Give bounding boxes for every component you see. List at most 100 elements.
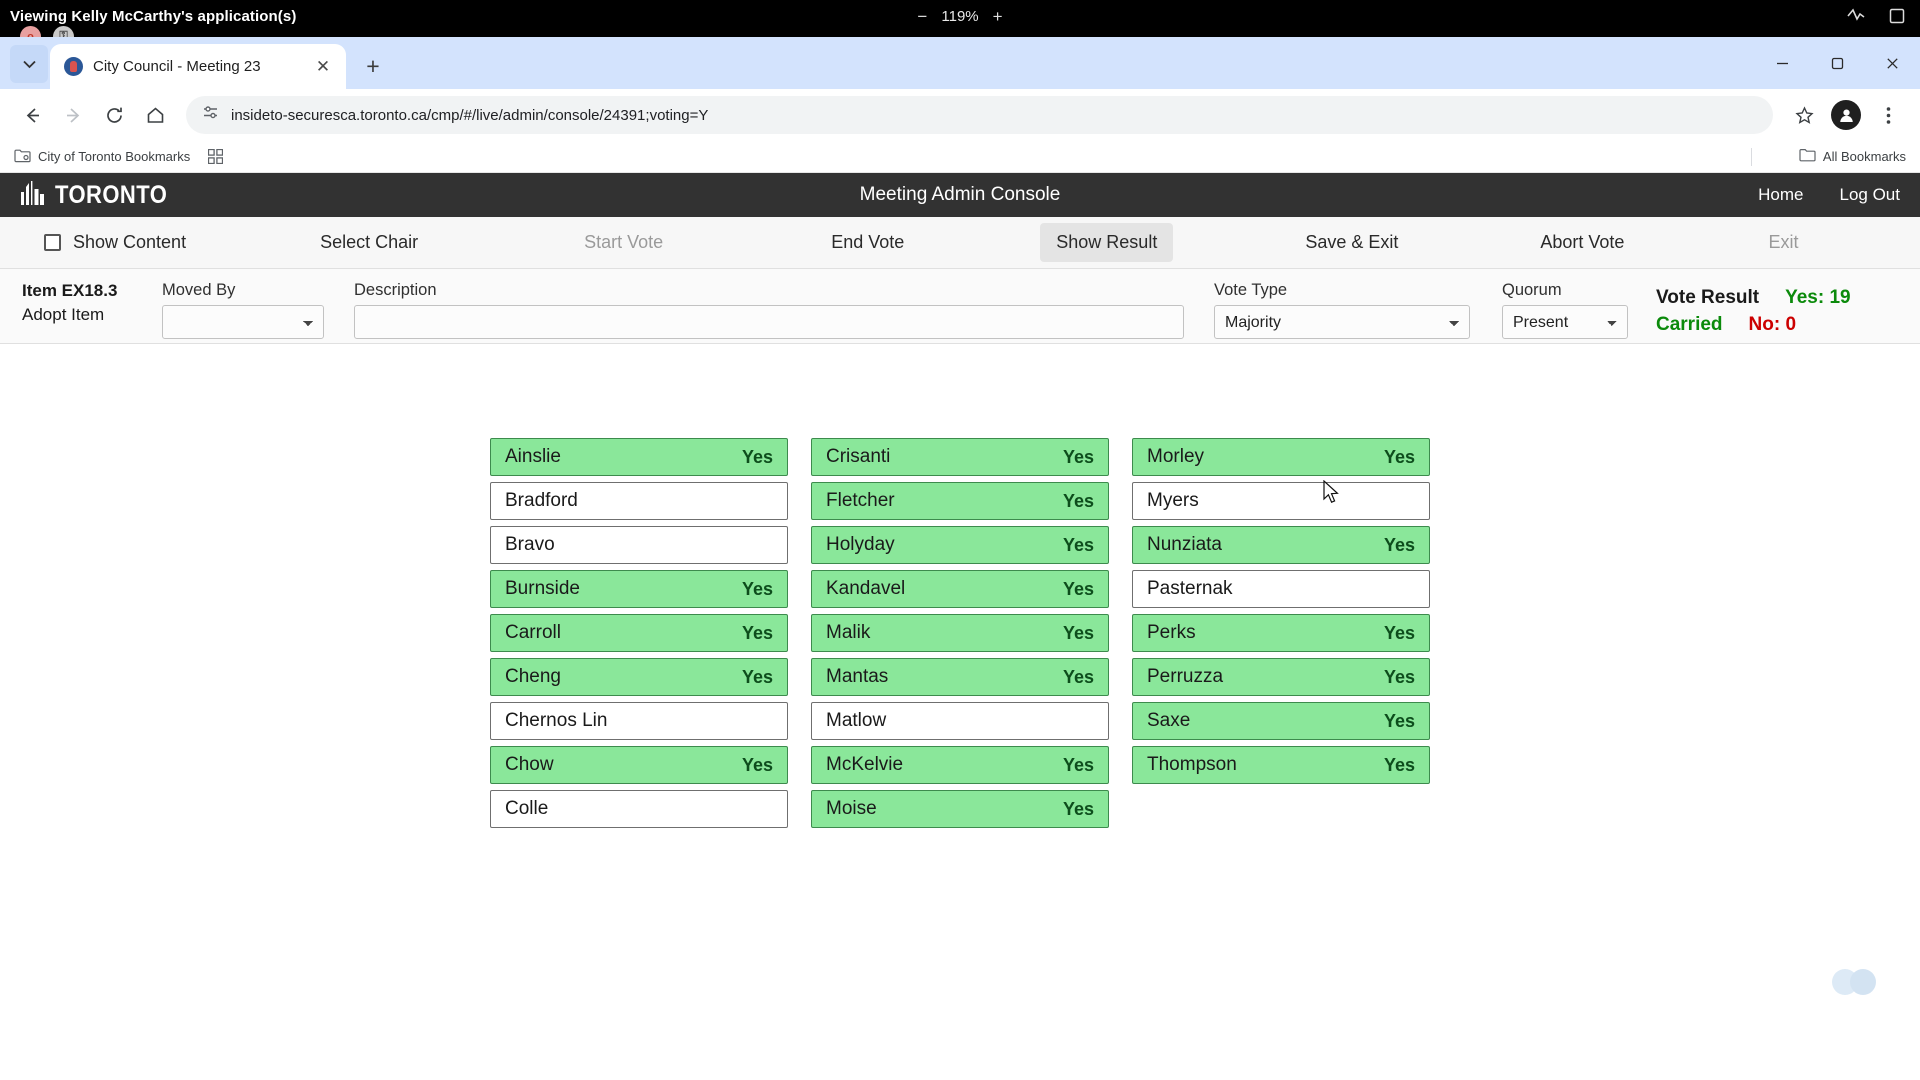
vote-value: Yes: [741, 622, 773, 643]
nav-log-out[interactable]: Log Out: [1840, 185, 1901, 205]
home-icon[interactable]: [137, 97, 173, 133]
councillor-name: Bravo: [505, 534, 555, 555]
toolbar-show-result[interactable]: Show Result: [1040, 223, 1174, 262]
vote-row[interactable]: Morley Yes: [1132, 438, 1430, 476]
window-maximize-button[interactable]: [1810, 37, 1865, 89]
councillor-name: Mantas: [826, 666, 889, 687]
councillor-name: Ainslie: [505, 446, 561, 467]
app-header: TORONTO Meeting Admin Console Home Log O…: [0, 173, 1920, 217]
vote-row[interactable]: Ainslie Yes: [490, 438, 788, 476]
browser-tab[interactable]: City Council - Meeting 23 ✕: [50, 44, 346, 89]
vote-type-field: Vote Type Majority: [1214, 281, 1470, 339]
all-bookmarks-button[interactable]: All Bookmarks: [1799, 148, 1906, 165]
window-minimize-button[interactable]: [1755, 37, 1810, 89]
vote-row[interactable]: Chernos Lin: [490, 702, 788, 740]
toolbar-select-chair-label: Select Chair: [320, 232, 419, 252]
vote-row[interactable]: Myers: [1132, 482, 1430, 520]
toolbar-abort-vote[interactable]: Abort Vote: [1524, 223, 1640, 262]
vote-row[interactable]: Cheng Yes: [490, 658, 788, 696]
site-settings-icon[interactable]: [202, 104, 219, 126]
vote-value: Yes: [1062, 578, 1094, 599]
bookmark-star-icon[interactable]: [1786, 97, 1822, 133]
vote-value: Yes: [741, 446, 773, 467]
address-bar-url: insideto-securesca.toronto.ca/cmp/#/live…: [231, 106, 709, 124]
description-input[interactable]: [354, 305, 1184, 339]
zoom-out-button[interactable]: −: [917, 8, 927, 25]
bookmark-folder-city-of-toronto[interactable]: City of Toronto Bookmarks: [14, 148, 190, 166]
vote-row[interactable]: Moise Yes: [811, 790, 1109, 828]
toolbar-end-vote[interactable]: End Vote: [815, 223, 920, 262]
tab-search-button[interactable]: [10, 45, 48, 83]
vote-column-2: Crisanti Yes Fletcher Yes Holyday Yes Kandavel…: [811, 438, 1109, 828]
quorum-label: Quorum: [1502, 281, 1562, 299]
vote-row[interactable]: Kandavel Yes: [811, 570, 1109, 608]
session-title: Viewing Kelly McCarthy's application(s): [10, 8, 297, 25]
vote-row[interactable]: Holyday Yes: [811, 526, 1109, 564]
toolbar-save-exit[interactable]: Save & Exit: [1289, 223, 1414, 262]
vote-row[interactable]: Colle: [490, 790, 788, 828]
councillor-name: Colle: [505, 798, 549, 819]
councillor-name: Burnside: [505, 578, 580, 599]
address-bar[interactable]: insideto-securesca.toronto.ca/cmp/#/live…: [186, 96, 1773, 134]
back-icon[interactable]: [14, 97, 50, 133]
vote-row[interactable]: Bradford: [490, 482, 788, 520]
vote-column-3: Morley Yes Myers Nunziata Yes Pasternak Perks Y…: [1132, 438, 1430, 828]
vote-row[interactable]: Perruzza Yes: [1132, 658, 1430, 696]
moved-by-label: Moved By: [162, 281, 236, 299]
toronto-logo[interactable]: TORONTO: [18, 179, 183, 212]
vote-row[interactable]: Mantas Yes: [811, 658, 1109, 696]
quorum-select[interactable]: Present: [1502, 305, 1628, 339]
new-tab-button[interactable]: +: [356, 49, 390, 83]
councillor-name: Perruzza: [1147, 666, 1224, 687]
folder-icon: [1799, 148, 1816, 165]
tab-title: City Council - Meeting 23: [93, 58, 261, 75]
councillor-name: Bradford: [505, 490, 578, 511]
window-restore-icon[interactable]: [1888, 7, 1906, 25]
vote-row[interactable]: Saxe Yes: [1132, 702, 1430, 740]
bookmark-apps-grid[interactable]: [208, 149, 224, 164]
tab-close-icon[interactable]: ✕: [312, 56, 334, 78]
vote-row[interactable]: Burnside Yes: [490, 570, 788, 608]
vote-row[interactable]: Fletcher Yes: [811, 482, 1109, 520]
vote-row[interactable]: Thompson Yes: [1132, 746, 1430, 784]
show-content-checkbox[interactable]: [44, 234, 61, 251]
bookmark-folder-label: City of Toronto Bookmarks: [38, 149, 191, 164]
toolbar-end-vote-label: End Vote: [831, 232, 905, 252]
toolbar-save-exit-label: Save & Exit: [1305, 232, 1399, 252]
vote-row[interactable]: Perks Yes: [1132, 614, 1430, 652]
zoom-level-label: 119%: [941, 8, 979, 25]
admin-toolbar: Show Content Select Chair Start Vote End…: [0, 217, 1920, 269]
nav-home[interactable]: Home: [1758, 185, 1803, 205]
councillor-name: Chernos Lin: [505, 710, 608, 731]
moved-by-select[interactable]: [162, 305, 324, 339]
webex-watermark-icon: [1826, 962, 1882, 1002]
chrome-menu-icon[interactable]: [1870, 97, 1906, 133]
councillor-name: Moise: [826, 798, 877, 819]
vote-row[interactable]: Matlow: [811, 702, 1109, 740]
zoom-in-button[interactable]: +: [993, 8, 1003, 25]
councillor-name: Thompson: [1147, 754, 1237, 775]
vote-row[interactable]: Malik Yes: [811, 614, 1109, 652]
vote-row[interactable]: McKelvie Yes: [811, 746, 1109, 784]
toolbar-select-chair[interactable]: Select Chair: [304, 223, 434, 262]
vote-row[interactable]: Carroll Yes: [490, 614, 788, 652]
councillor-name: Nunziata: [1147, 534, 1222, 555]
vote-row[interactable]: Bravo: [490, 526, 788, 564]
toolbar-show-content[interactable]: Show Content: [28, 223, 202, 262]
vote-row[interactable]: Chow Yes: [490, 746, 788, 784]
description-label: Description: [354, 281, 437, 299]
window-close-button[interactable]: [1865, 37, 1920, 89]
vote-row[interactable]: Pasternak: [1132, 570, 1430, 608]
vote-row[interactable]: Nunziata Yes: [1132, 526, 1430, 564]
vote-value: Yes: [1383, 754, 1415, 775]
vote-type-select[interactable]: Majority: [1214, 305, 1470, 339]
network-icon[interactable]: [1846, 7, 1866, 25]
quorum-field: Quorum Present: [1502, 281, 1628, 339]
vote-grid: Ainslie Yes Bradford Bravo Burnside Yes Carrol…: [0, 344, 1920, 828]
toolbar-start-vote: Start Vote: [568, 223, 679, 262]
profile-avatar[interactable]: [1828, 97, 1864, 133]
vote-result-panel: Vote Result Yes: 19 Carried No: 0: [1656, 287, 1851, 336]
mouse-cursor: [1323, 479, 1340, 510]
vote-row[interactable]: Crisanti Yes: [811, 438, 1109, 476]
reload-icon[interactable]: [96, 97, 132, 133]
